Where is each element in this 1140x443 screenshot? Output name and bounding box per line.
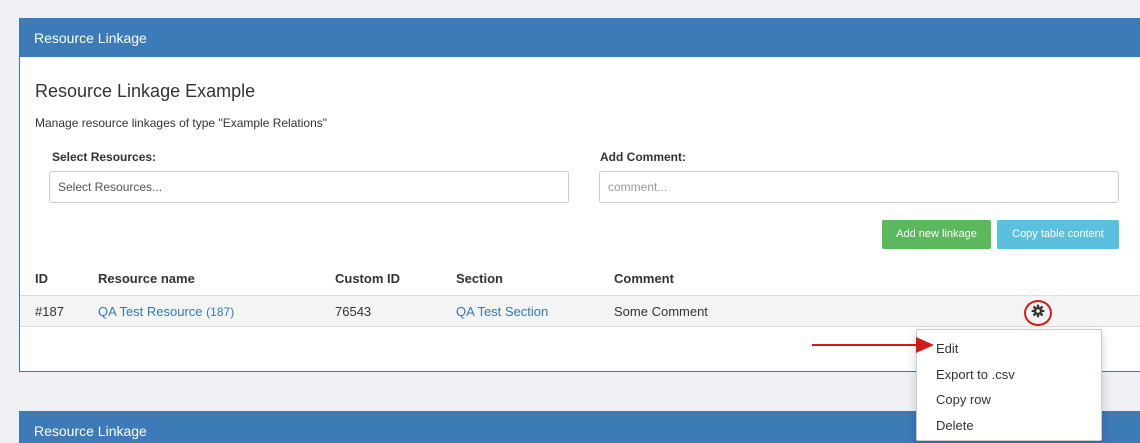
menu-item-export-csv[interactable]: Export to .csv — [936, 367, 1015, 382]
resource-name-link[interactable]: QA Test Resource (187) — [98, 304, 234, 319]
gear-icon — [1031, 304, 1045, 323]
menu-item-edit[interactable]: Edit — [936, 341, 958, 356]
menu-item-copy-row[interactable]: Copy row — [936, 392, 991, 407]
add-new-linkage-button[interactable]: Add new linkage — [882, 220, 991, 249]
row-actions-menu: Edit Export to .csv Copy row Delete — [916, 329, 1102, 441]
column-header-custom-id[interactable]: Custom ID — [335, 271, 400, 286]
row-settings-button[interactable] — [1024, 300, 1052, 326]
resource-name-text: QA Test Resource — [98, 304, 203, 319]
page-title: Resource Linkage Example — [35, 81, 256, 101]
row-custom-id: 76543 — [335, 304, 372, 319]
select-resources-label: Select Resources: — [52, 150, 157, 164]
page-subtitle: Manage resource linkages of type "Exampl… — [35, 116, 328, 130]
row-comment: Some Comment — [614, 304, 708, 319]
panel-heading: Resource Linkage — [20, 19, 1140, 57]
menu-item-delete[interactable]: Delete — [936, 418, 974, 433]
select-resources-input[interactable]: Select Resources... — [49, 171, 569, 203]
column-header-comment[interactable]: Comment — [614, 271, 674, 286]
resource-id-text: (187) — [206, 305, 235, 319]
comment-input[interactable]: comment... — [599, 171, 1119, 203]
copy-table-content-button[interactable]: Copy table content — [997, 220, 1119, 249]
column-header-section[interactable]: Section — [456, 271, 503, 286]
section-link[interactable]: QA Test Section — [456, 304, 548, 319]
add-comment-label: Add Comment: — [600, 150, 686, 164]
column-header-resource-name[interactable]: Resource name — [98, 271, 195, 286]
red-arrow-icon — [812, 337, 934, 353]
resource-linkage-panel: Resource Linkage Resource Linkage Exampl… — [19, 18, 1140, 372]
row-id: #187 — [35, 304, 64, 319]
column-header-id[interactable]: ID — [35, 271, 48, 286]
